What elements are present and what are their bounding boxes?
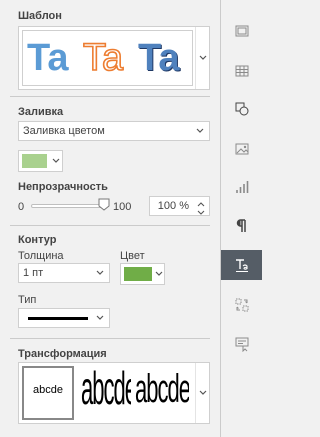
divider bbox=[10, 338, 210, 339]
opacity-title: Непрозрачность bbox=[18, 181, 108, 193]
paragraph-settings-icon[interactable] bbox=[221, 211, 262, 241]
stroke-title: Контур bbox=[18, 234, 57, 246]
chevron-down-icon bbox=[93, 309, 107, 327]
right-settings-panel: Шаблон Ta Ta Ta Заливка Заливка цветом Н… bbox=[0, 0, 221, 437]
template-sample-2[interactable]: Ta bbox=[82, 36, 124, 80]
transform-item-stretch[interactable]: abcde bbox=[79, 366, 131, 420]
image-settings-icon[interactable] bbox=[221, 134, 262, 164]
transform-item-label: abcde bbox=[33, 384, 63, 396]
fill-type-select[interactable]: Заливка цветом bbox=[18, 121, 210, 141]
opacity-spinner[interactable]: 100 % bbox=[149, 196, 210, 216]
stroke-color-swatch bbox=[124, 267, 152, 281]
signature-settings-icon[interactable] bbox=[221, 290, 262, 320]
template-sample-3[interactable]: Ta bbox=[138, 37, 180, 80]
chart-settings-icon[interactable] bbox=[221, 172, 262, 202]
stroke-color-picker[interactable] bbox=[120, 263, 165, 285]
fill-type-value: Заливка цветом bbox=[23, 125, 105, 137]
divider bbox=[10, 96, 210, 97]
fill-title: Заливка bbox=[18, 106, 64, 118]
template-picker[interactable]: Ta Ta Ta bbox=[18, 26, 210, 90]
transform-item-none[interactable]: abcde bbox=[22, 366, 74, 420]
fill-color-picker[interactable] bbox=[18, 150, 63, 172]
chevron-down-icon bbox=[49, 151, 63, 171]
fill-color-swatch bbox=[22, 154, 47, 168]
opacity-slider-track[interactable] bbox=[31, 204, 106, 208]
transform-dropdown-chevron-icon[interactable] bbox=[195, 363, 210, 423]
template-title: Шаблон bbox=[18, 10, 62, 22]
opacity-value: 100 % bbox=[157, 200, 189, 212]
right-rail bbox=[221, 0, 262, 437]
chevron-down-icon bbox=[152, 264, 166, 284]
transform-title: Трансформация bbox=[18, 348, 107, 360]
transform-item-wave[interactable]: abcde bbox=[133, 366, 189, 420]
chevron-down-icon bbox=[93, 264, 107, 282]
spin-up-icon[interactable] bbox=[197, 198, 207, 207]
template-gallery: Ta Ta Ta bbox=[22, 30, 193, 86]
transform-item-label: abcde bbox=[81, 366, 131, 415]
stroke-type-label: Тип bbox=[18, 294, 37, 306]
chevron-down-icon bbox=[193, 122, 207, 140]
textart-settings-icon[interactable] bbox=[221, 250, 262, 280]
opacity-min-label: 0 bbox=[18, 201, 25, 213]
slide-settings-icon[interactable] bbox=[221, 16, 262, 46]
transform-picker[interactable]: abcde abcde abcde bbox=[18, 362, 210, 424]
spin-down-icon[interactable] bbox=[197, 207, 207, 215]
shape-settings-icon[interactable] bbox=[221, 94, 262, 124]
stroke-width-value: 1 пт bbox=[23, 267, 44, 279]
divider bbox=[10, 225, 210, 226]
form-settings-icon[interactable] bbox=[221, 329, 262, 359]
table-settings-icon[interactable] bbox=[221, 56, 262, 86]
opacity-max-label: 100 bbox=[113, 201, 132, 213]
template-dropdown-chevron-icon[interactable] bbox=[195, 27, 210, 89]
solid-line-preview bbox=[28, 317, 88, 320]
stroke-type-select[interactable] bbox=[18, 308, 110, 328]
template-sample-1[interactable]: Ta bbox=[27, 37, 69, 80]
opacity-slider-thumb[interactable] bbox=[98, 198, 110, 211]
stroke-width-label: Толщина bbox=[18, 250, 64, 262]
stroke-color-label: Цвет bbox=[120, 250, 145, 262]
stroke-width-select[interactable]: 1 пт bbox=[18, 263, 110, 283]
transform-item-label: abcde bbox=[135, 366, 189, 411]
